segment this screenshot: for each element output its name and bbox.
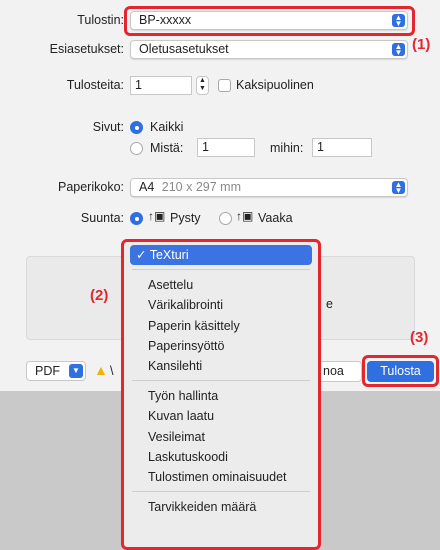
pages-range-radio[interactable] (130, 142, 143, 155)
two-sided-checkbox[interactable] (218, 79, 231, 92)
pages-from-field[interactable]: 1 (197, 138, 255, 157)
chevron-updown-icon: ▲ ▼ (392, 43, 405, 57)
pages-all-radio[interactable] (130, 121, 143, 134)
annotation-1: (1) (412, 36, 431, 53)
presets-label: Esiasetukset: (49, 42, 124, 56)
chevron-down-icon: ▼ (69, 364, 83, 378)
orientation-label: Suunta: (80, 211, 124, 225)
paper-size-value: A4 (139, 180, 155, 194)
paper-size-select[interactable]: A4 210 x 297 mm ▲ ▼ (130, 178, 408, 197)
pages-label: Sivut: (92, 120, 124, 134)
pages-to-field[interactable]: 1 (312, 138, 372, 157)
menu-item-texturi[interactable]: ✓ TeXturi (130, 245, 312, 266)
menu-item-varikalibrointi[interactable]: Värikalibrointi (124, 295, 318, 315)
menu-item-vesileimat[interactable]: Vesileimat (124, 427, 318, 447)
chevron-updown-icon: ▲ ▼ (392, 181, 405, 195)
paper-size-dims: 210 x 297 mm (161, 180, 241, 194)
copies-stepper[interactable]: ▲ ▼ (196, 76, 209, 95)
pdf-menu-button[interactable]: PDF ▼ (26, 361, 86, 381)
copies-field[interactable]: 1 (130, 76, 192, 95)
menu-separator (132, 269, 310, 271)
menu-separator (132, 491, 310, 493)
cancel-button[interactable]: noa (318, 361, 362, 382)
menu-item-paperin-kasittely[interactable]: Paperin käsittely (124, 316, 318, 336)
annotation-3: (3) (410, 329, 429, 346)
two-sided-label: Kaksipuolinen (236, 78, 314, 92)
menu-item-tyon-hallinta[interactable]: Työn hallinta (124, 386, 318, 406)
callout-box-1 (124, 6, 415, 36)
paper-size-label: Paperikoko: (57, 180, 124, 194)
orientation-portrait-label: Pysty (170, 211, 201, 225)
presets-value: Oletusasetukset (139, 42, 229, 56)
cancel-partial-label: noa (323, 364, 344, 378)
printer-label: Tulostin: (77, 13, 124, 27)
portrait-orientation-icon: ↑▣ (148, 209, 166, 223)
pages-all-label: Kaikki (150, 120, 184, 134)
pdf-label: PDF (35, 364, 60, 378)
menu-item-laskutuskoodi[interactable]: Laskutuskoodi (124, 447, 318, 467)
pages-to-label: mihin: (270, 141, 304, 155)
warning-partial-text: \ (110, 364, 114, 378)
landscape-orientation-icon: ↑▣ (236, 209, 254, 223)
panel-partial-text: e (326, 297, 333, 311)
menu-item-kansilehti[interactable]: Kansilehti (124, 356, 318, 376)
menu-separator (132, 380, 310, 382)
menu-item-kuvan-laatu[interactable]: Kuvan laatu (124, 406, 318, 426)
orientation-landscape-label: Vaaka (258, 211, 293, 225)
menu-item-tarvikkeiden-maara[interactable]: Tarvikkeiden määrä (124, 497, 318, 517)
pages-from-label: Mistä: (150, 141, 184, 155)
warning-icon: ▲ (94, 362, 108, 378)
copies-label: Tulosteita: (66, 78, 124, 92)
menu-item-tulostimen-ominaisuudet[interactable]: Tulostimen ominaisuudet (124, 467, 318, 487)
orientation-landscape-radio[interactable] (219, 212, 232, 225)
menu-item-asettelu[interactable]: Asettelu (124, 275, 318, 295)
menu-item-paperinsyotto[interactable]: Paperinsyöttö (124, 336, 318, 356)
annotation-2: (2) (90, 287, 109, 304)
presets-select[interactable]: Oletusasetukset ▲ ▼ (130, 40, 408, 59)
orientation-portrait-radio[interactable] (130, 212, 143, 225)
callout-box-3 (362, 355, 439, 387)
settings-popup-menu: ✓ TeXturi Asettelu Värikalibrointi Paper… (121, 239, 321, 550)
